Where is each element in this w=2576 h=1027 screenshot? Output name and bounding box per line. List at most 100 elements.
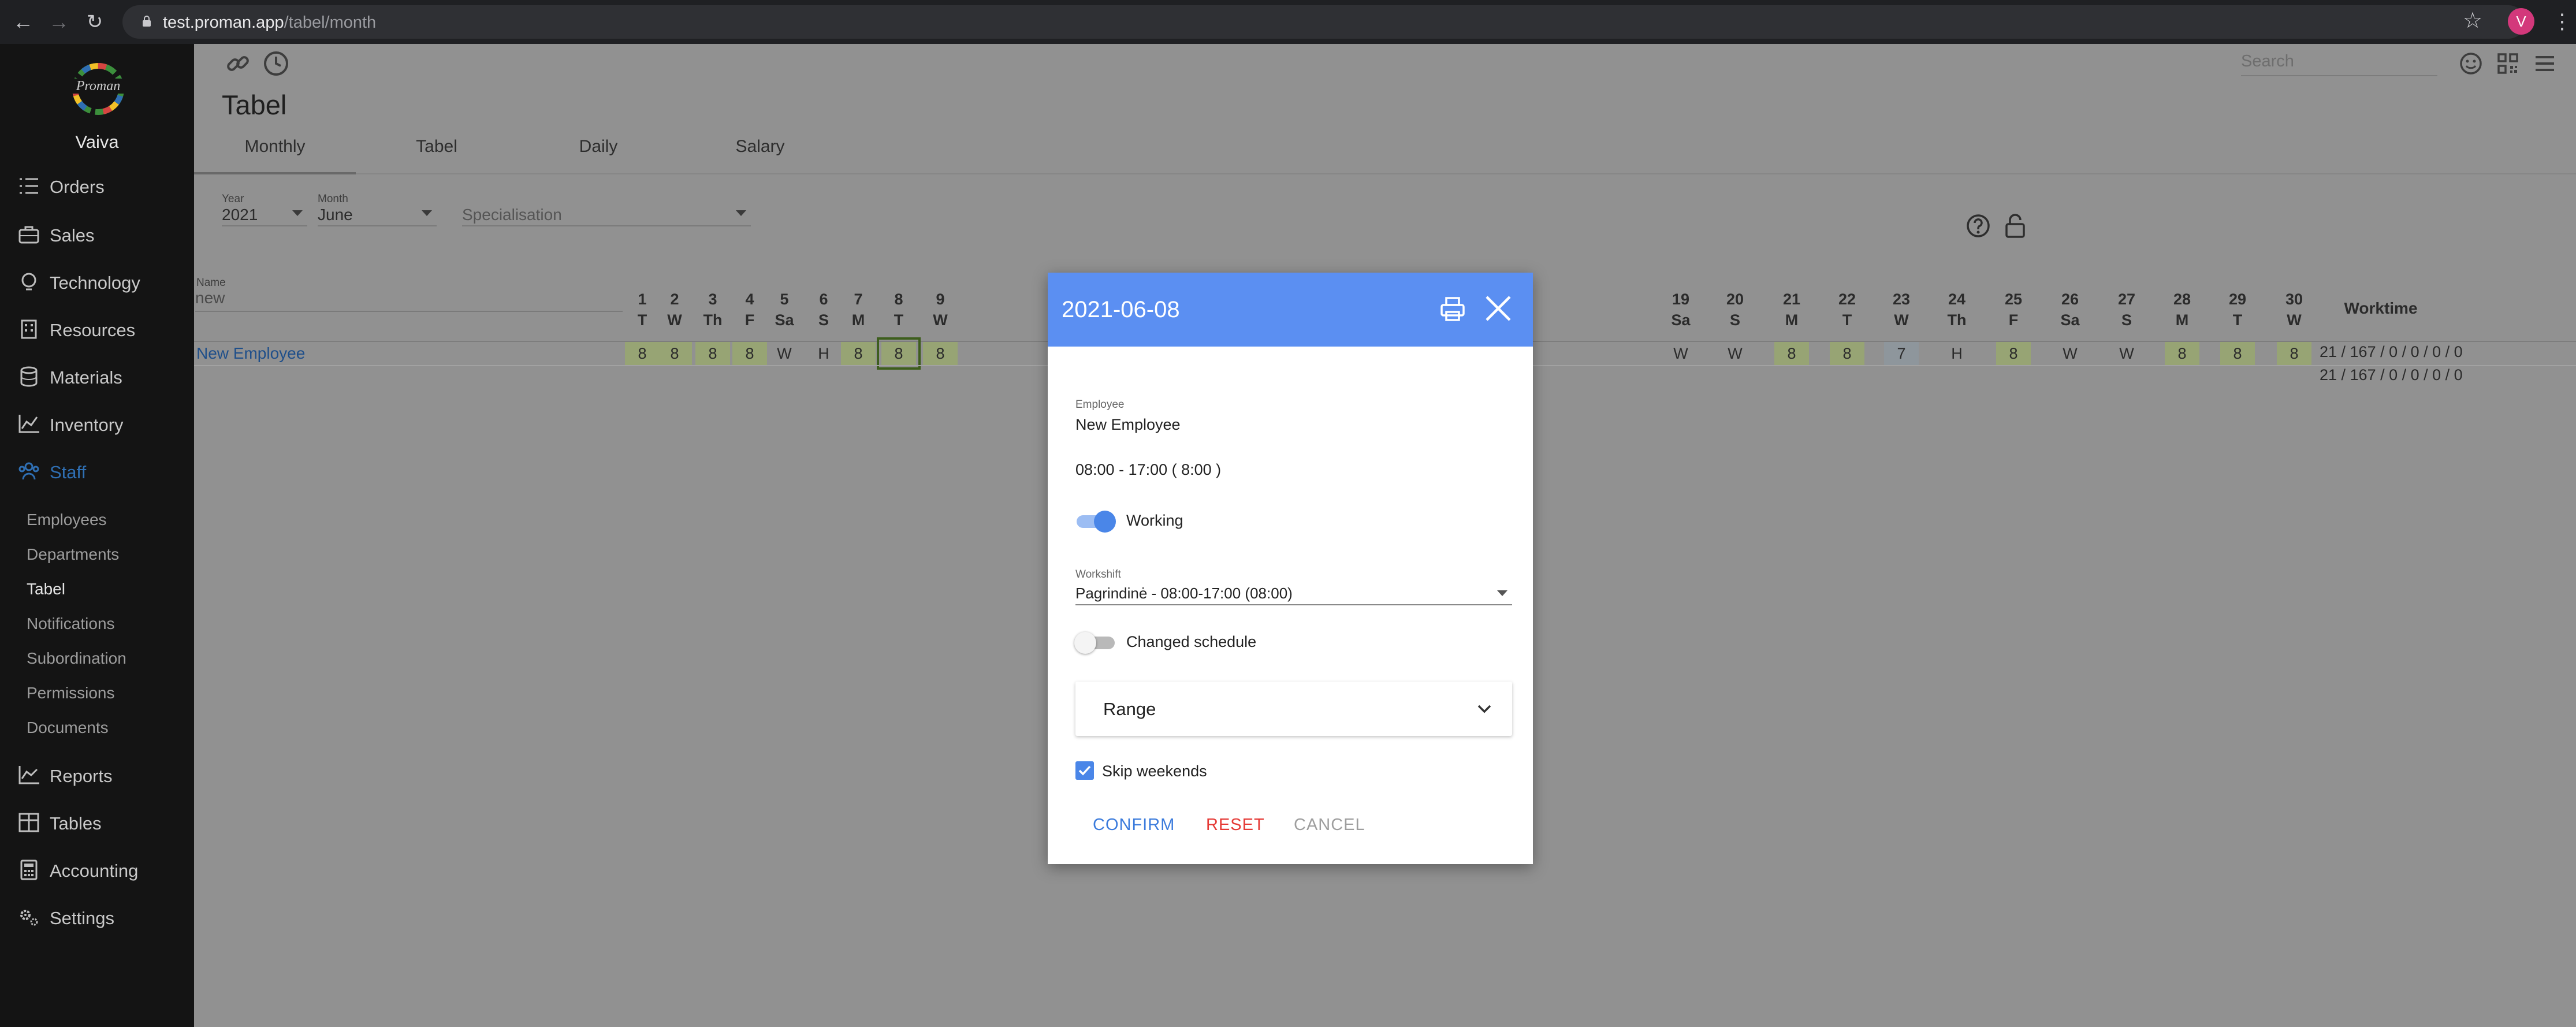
day-cell-selected[interactable]: 8 [877, 337, 921, 370]
month-select[interactable]: Month June [318, 193, 437, 226]
link-icon[interactable] [224, 50, 252, 77]
day-cell[interactable]: H [1940, 342, 1974, 365]
sidebar-item-staff[interactable]: Staff [0, 455, 194, 488]
history-clock-icon[interactable] [262, 50, 290, 77]
sidebar-item-tables[interactable]: Tables [0, 806, 194, 839]
sidebar-subitem-employees[interactable]: Employees [27, 511, 107, 529]
name-filter-input[interactable]: new [195, 289, 623, 312]
day-cell[interactable]: 8 [2277, 342, 2311, 365]
employee-value: New Employee [1075, 416, 1181, 433]
table-icon [18, 813, 39, 832]
back-arrow-icon[interactable]: ← [10, 9, 36, 35]
sidebar-item-inventory[interactable]: Inventory [0, 408, 194, 440]
workshift-select[interactable]: Workshift Pagrindinė - 08:00-17:00 (08:0… [1075, 568, 1512, 605]
range-expansion-panel[interactable]: Range [1075, 682, 1512, 736]
day-number: 29 [2228, 291, 2247, 308]
day-header: 5 Sa [764, 289, 805, 330]
skip-weekends-checkbox[interactable] [1075, 761, 1094, 780]
sidebar-subitem-notifications[interactable]: Notifications [27, 615, 115, 633]
day-cell[interactable]: W [2109, 342, 2144, 365]
forward-arrow-icon[interactable]: → [46, 9, 72, 35]
sidebar-subitem-documents[interactable]: Documents [27, 719, 109, 737]
reset-button[interactable]: RESET [1206, 816, 1265, 835]
day-cell[interactable]: H [806, 342, 841, 365]
sidebar-subitem-tabel[interactable]: Tabel [27, 580, 65, 598]
day-cell[interactable]: 8 [1774, 342, 1809, 365]
day-cell[interactable]: W [1718, 342, 1752, 365]
sidebar-subitem-subordination[interactable]: Subordination [27, 649, 126, 668]
sidebar-subitem-permissions[interactable]: Permissions [27, 684, 114, 702]
hamburger-menu-icon[interactable] [2531, 50, 2559, 77]
sidebar-item-label: Reports [50, 766, 113, 786]
tab-monthly[interactable]: Monthly [194, 128, 356, 174]
day-cell[interactable]: 8 [1996, 342, 2031, 365]
lock-icon[interactable] [2002, 213, 2028, 239]
orders-list-icon [20, 178, 38, 194]
employee-name-link[interactable]: New Employee [196, 344, 305, 363]
day-cell[interactable]: 8 [657, 342, 692, 365]
sidebar-item-materials[interactable]: Materials [0, 360, 194, 393]
employee-label: Employee [1075, 399, 1125, 411]
day-number: 2 [670, 291, 679, 308]
day-cell[interactable]: 8 [923, 342, 958, 365]
year-select[interactable]: Year 2021 [222, 193, 307, 226]
reload-icon[interactable]: ↻ [82, 9, 107, 35]
day-cell[interactable]: 7 [1884, 342, 1919, 365]
browser-menu-icon[interactable]: ⋮ [2552, 8, 2573, 35]
day-header: 2W [654, 289, 695, 330]
dialog-title: 2021-06-08 [1062, 297, 1180, 322]
qr-code-icon[interactable] [2494, 50, 2522, 77]
day-cell[interactable]: 8 [695, 342, 730, 365]
help-icon[interactable] [1965, 213, 1991, 239]
emoji-feedback-icon[interactable] [2457, 50, 2485, 77]
bookmark-star-icon[interactable]: ☆ [2463, 8, 2482, 34]
day-of-week: T [2232, 311, 2243, 329]
sidebar-item-label: Accounting [50, 861, 139, 881]
confirm-button[interactable]: CONFIRM [1093, 816, 1175, 835]
day-cell[interactable]: 8 [2165, 342, 2199, 365]
sidebar-item-settings[interactable]: Settings [0, 901, 194, 933]
day-cell[interactable]: 8 [1830, 342, 1864, 365]
app-toolbar [194, 44, 2576, 87]
sidebar-item-accounting[interactable]: Accounting [0, 854, 194, 886]
cancel-button[interactable]: CANCEL [1294, 816, 1365, 835]
address-bar[interactable]: test.proman.app/tabel/month [122, 5, 2525, 39]
dialog-header: 2021-06-08 [1048, 273, 1533, 347]
workshift-value: Pagrindinė - 08:00-17:00 (08:00) [1075, 585, 1293, 602]
day-header: 22 T [1827, 289, 1867, 330]
sidebar-item-sales[interactable]: Sales [0, 218, 194, 251]
day-cell[interactable]: 8 [841, 342, 876, 365]
day-cell[interactable]: W [1663, 342, 1698, 365]
search-input[interactable] [2241, 50, 2437, 73]
sidebar-item-resources[interactable]: Resources [0, 313, 194, 345]
close-icon[interactable] [1482, 292, 1514, 325]
chevron-down-icon [1497, 590, 1507, 596]
tab-tabel[interactable]: Tabel [356, 128, 518, 174]
sidebar-item-orders[interactable]: Orders [0, 170, 194, 202]
day-cell[interactable]: W [767, 342, 802, 365]
day-of-week: W [667, 311, 682, 329]
day-cell[interactable]: 8 [2220, 342, 2255, 365]
tab-salary[interactable]: Salary [679, 128, 841, 174]
day-number: 27 [2117, 291, 2136, 308]
working-toggle[interactable] [1074, 509, 1117, 533]
browser-toolbar: ← → ↻ test.proman.app/tabel/month ☆ V ⋮ [0, 0, 2576, 44]
lightbulb-icon [21, 273, 36, 291]
day-of-week: T [894, 311, 904, 329]
sidebar: Proman Vaiva Orders Sales Technology Res… [0, 44, 194, 1027]
specialisation-select[interactable]: Specialisation [462, 193, 751, 226]
print-icon[interactable] [1438, 295, 1467, 323]
sidebar-subitem-departments[interactable]: Departments [27, 545, 119, 564]
changed-schedule-toggle[interactable] [1074, 631, 1117, 654]
skip-weekends-label: Skip weekends [1102, 762, 1207, 780]
sidebar-item-technology[interactable]: Technology [0, 266, 194, 298]
sidebar-item-label: Tables [50, 813, 102, 833]
sidebar-item-reports[interactable]: Reports [0, 759, 194, 791]
day-cell[interactable]: W [2053, 342, 2087, 365]
day-number: 30 [2285, 291, 2303, 308]
day-header: 23 W [1881, 289, 1922, 330]
day-cell[interactable]: 8 [625, 342, 660, 365]
profile-avatar[interactable]: V [2508, 8, 2534, 35]
tab-daily[interactable]: Daily [518, 128, 679, 174]
day-cell[interactable]: 8 [732, 342, 767, 365]
